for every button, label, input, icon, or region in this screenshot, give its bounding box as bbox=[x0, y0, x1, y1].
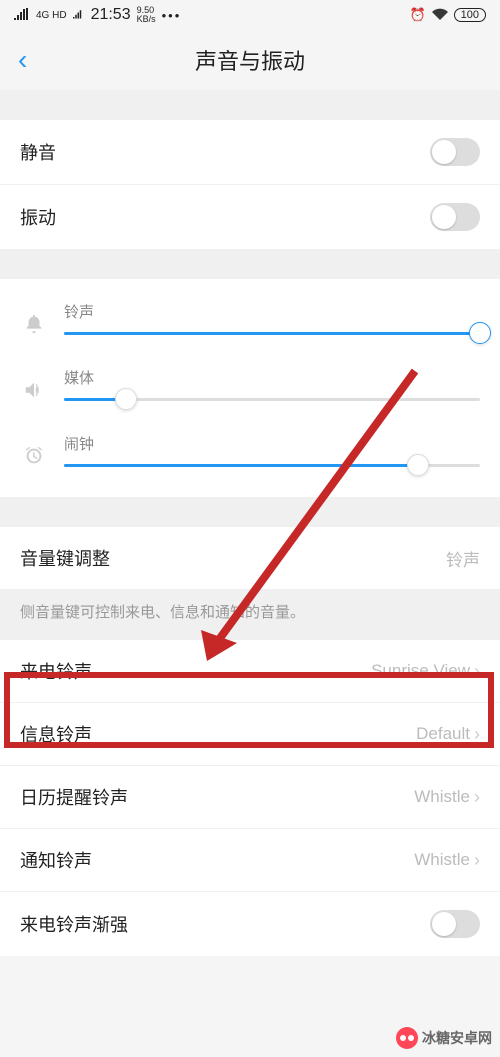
page-title: 声音与振动 bbox=[195, 44, 305, 76]
vibrate-label: 振动 bbox=[20, 204, 56, 230]
media-slider-label: 媒体 bbox=[64, 367, 480, 388]
message-ringtone-label: 信息铃声 bbox=[20, 721, 92, 747]
signal-icon-2 bbox=[73, 8, 85, 23]
chevron-right-icon: › bbox=[474, 850, 480, 871]
message-ringtone-value: Default bbox=[416, 724, 470, 744]
alarm-slider-label: 闹钟 bbox=[64, 433, 480, 454]
status-dots: ••• bbox=[162, 8, 182, 23]
chevron-right-icon: › bbox=[474, 661, 480, 682]
volume-sliders-section: 铃声 媒体 闹钟 bbox=[0, 279, 500, 497]
signal-label: 4G HD bbox=[36, 10, 67, 21]
fadein-toggle[interactable] bbox=[430, 910, 480, 938]
ringtone-slider-row: 铃声 bbox=[0, 289, 500, 355]
ringtone-slider-label: 铃声 bbox=[64, 301, 480, 322]
fadein-row[interactable]: 来电铃声渐强 bbox=[0, 892, 500, 956]
page-header: ‹ 声音与振动 bbox=[0, 30, 500, 90]
mute-toggle[interactable] bbox=[430, 138, 480, 166]
ringtone-slider[interactable] bbox=[64, 332, 480, 335]
vibrate-toggle[interactable] bbox=[430, 203, 480, 231]
calendar-ringtone-row[interactable]: 日历提醒铃声 Whistle › bbox=[0, 766, 500, 829]
notification-ringtone-value: Whistle bbox=[414, 850, 470, 870]
notification-ringtone-row[interactable]: 通知铃声 Whistle › bbox=[0, 829, 500, 892]
volume-key-value: 铃声 bbox=[446, 546, 480, 571]
volume-key-row[interactable]: 音量键调整 铃声 bbox=[0, 527, 500, 589]
watermark-text: 冰糖安卓网 bbox=[422, 1028, 492, 1048]
wifi-icon bbox=[432, 8, 448, 23]
chevron-right-icon: › bbox=[474, 787, 480, 808]
watermark-icon bbox=[396, 1027, 418, 1049]
watermark: 冰糖安卓网 bbox=[396, 1027, 492, 1049]
status-time: 21:53 bbox=[91, 6, 131, 24]
signal-icon bbox=[14, 8, 30, 23]
calendar-ringtone-value: Whistle bbox=[414, 787, 470, 807]
incoming-ringtone-row[interactable]: 来电铃声 Sunrise View › bbox=[0, 640, 500, 703]
mute-label: 静音 bbox=[20, 139, 56, 165]
chevron-right-icon: › bbox=[474, 724, 480, 745]
media-slider-row: 媒体 bbox=[0, 355, 500, 421]
incoming-ringtone-value: Sunrise View bbox=[371, 661, 470, 681]
vibrate-row[interactable]: 振动 bbox=[0, 185, 500, 249]
mute-row[interactable]: 静音 bbox=[0, 120, 500, 185]
message-ringtone-row[interactable]: 信息铃声 Default › bbox=[0, 703, 500, 766]
speaker-icon bbox=[20, 379, 48, 401]
volume-key-label: 音量键调整 bbox=[20, 545, 110, 571]
alarm-slider-row: 闹钟 bbox=[0, 421, 500, 487]
alarm-status-icon: ⏰ bbox=[409, 7, 425, 23]
media-slider[interactable] bbox=[64, 398, 480, 401]
battery-indicator: 100 bbox=[454, 8, 486, 22]
alarm-slider[interactable] bbox=[64, 464, 480, 467]
volume-key-help: 侧音量键可控制来电、信息和通知的音量。 bbox=[0, 589, 500, 640]
status-speed: 9.50 KB/s bbox=[137, 6, 156, 24]
bell-icon bbox=[20, 313, 48, 335]
fadein-label: 来电铃声渐强 bbox=[20, 911, 128, 937]
calendar-ringtone-label: 日历提醒铃声 bbox=[20, 784, 128, 810]
back-button[interactable]: ‹ bbox=[18, 44, 27, 76]
incoming-ringtone-label: 来电铃声 bbox=[20, 658, 92, 684]
alarm-icon bbox=[20, 445, 48, 467]
notification-ringtone-label: 通知铃声 bbox=[20, 847, 92, 873]
status-bar: 4G HD 21:53 9.50 KB/s ••• ⏰ 100 bbox=[0, 0, 500, 30]
